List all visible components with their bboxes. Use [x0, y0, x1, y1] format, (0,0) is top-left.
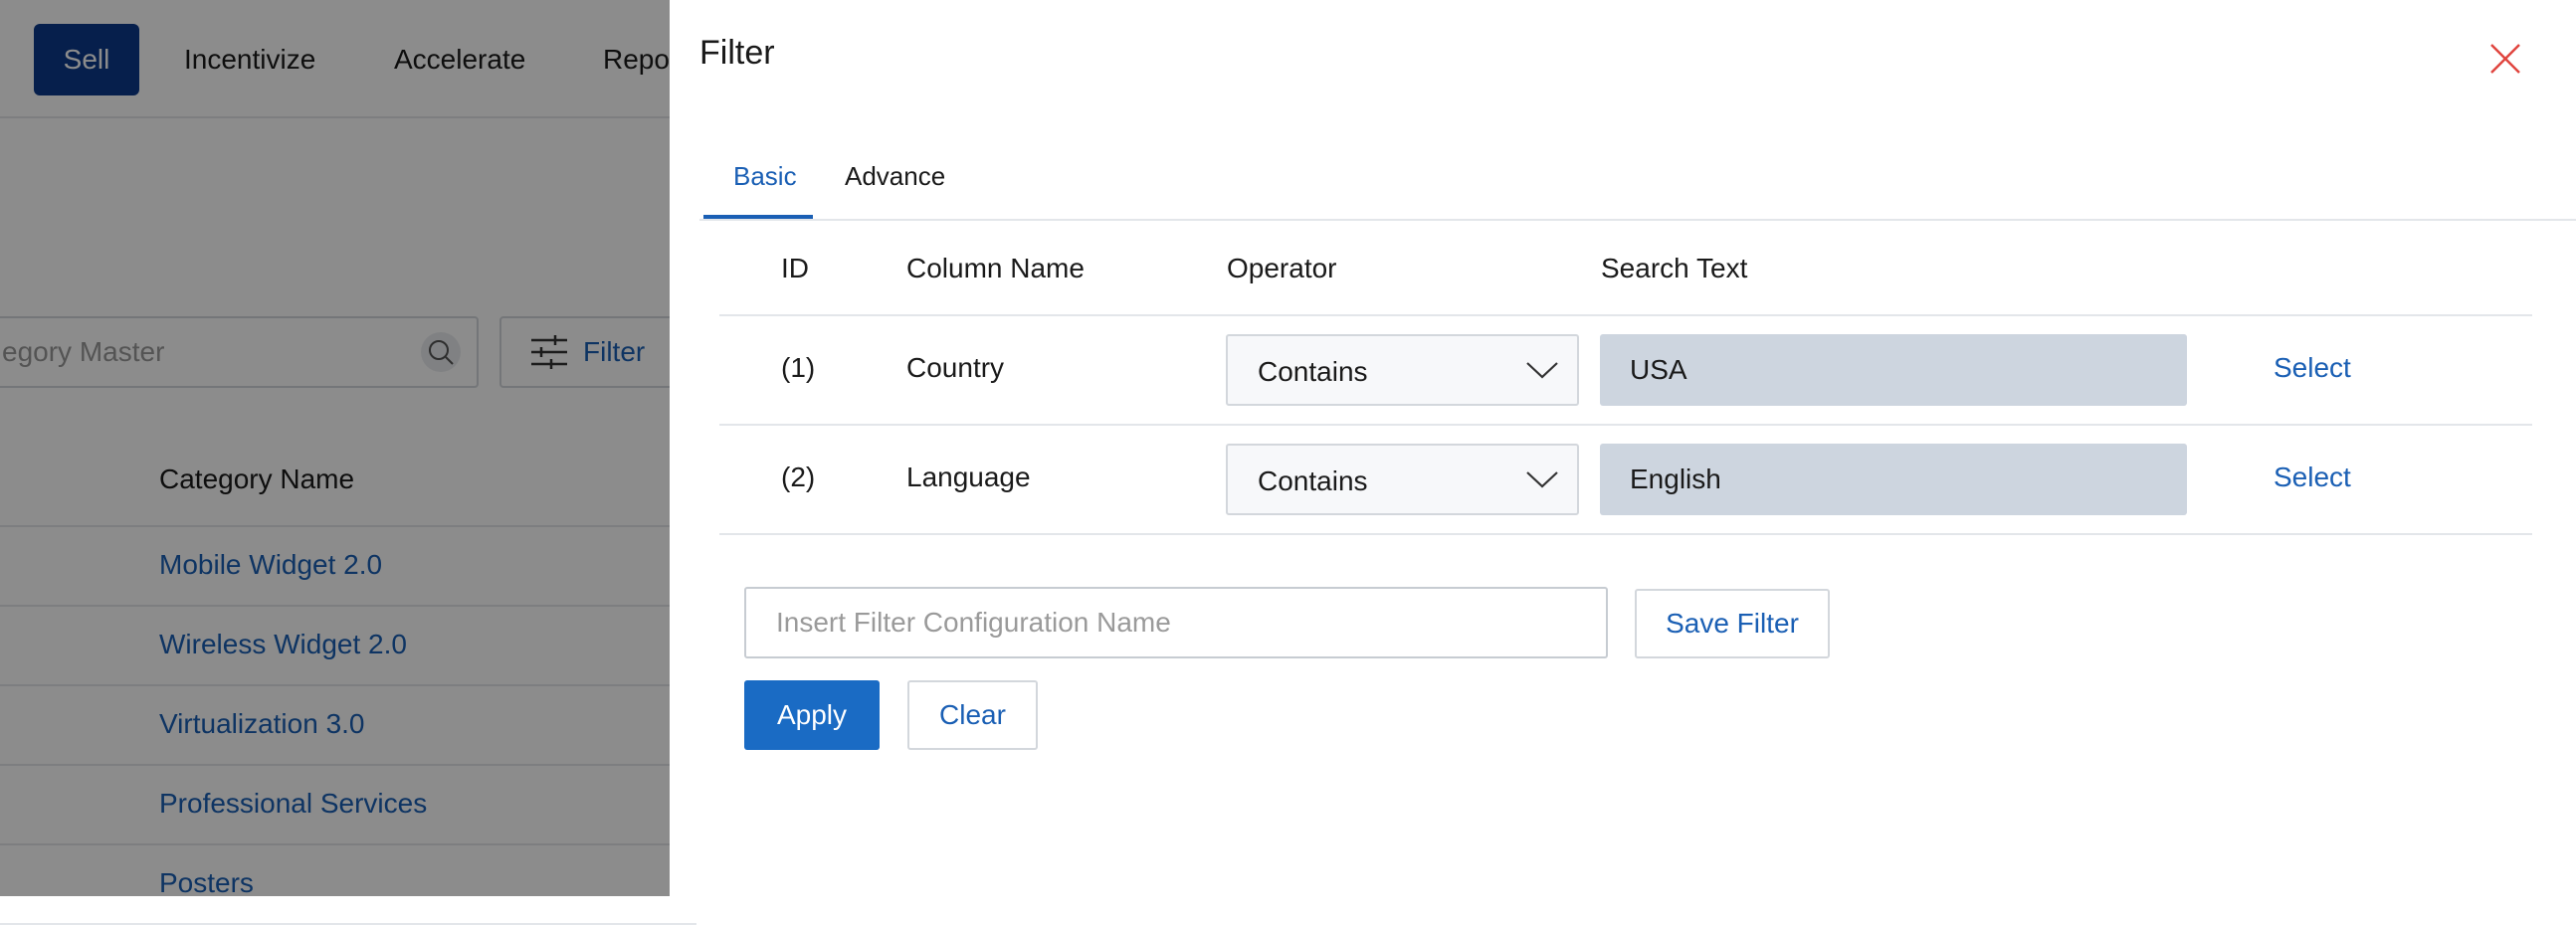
page-background: Sell Incentivize Accelerate Repor Filter: [0, 0, 2576, 925]
column-header-column-name: Column Name: [906, 253, 1085, 283]
active-tab-indicator: [703, 215, 813, 219]
operator-select[interactable]: Contains: [1226, 334, 1579, 406]
select-link[interactable]: Select: [2274, 462, 2351, 493]
modal-overlay[interactable]: [0, 0, 670, 896]
tab-advance[interactable]: Advance: [845, 161, 945, 192]
filter-drawer: Filter Basic Advance ID Column Name Oper…: [670, 0, 2576, 896]
save-filter-button[interactable]: Save Filter: [1635, 589, 1830, 658]
operator-value: Contains: [1258, 356, 1368, 387]
filter-table-header: ID Column Name Operator Search Text: [719, 221, 2532, 316]
column-header-operator: Operator: [1227, 253, 1337, 283]
close-icon[interactable]: [2488, 42, 2522, 76]
filter-config-name-input[interactable]: [744, 587, 1608, 658]
filter-row-id: (1): [781, 352, 816, 383]
search-text-field[interactable]: English: [1600, 444, 2187, 515]
filter-tabs: Basic Advance: [699, 139, 2576, 221]
filter-row-column: Country: [906, 352, 1005, 383]
filter-row: (2) Language Contains English Select: [719, 426, 2532, 535]
filter-row-column: Language: [906, 462, 1031, 492]
column-header-id: ID: [781, 253, 809, 283]
operator-select[interactable]: Contains: [1226, 444, 1579, 515]
filter-row: (1) Country Contains USA Select: [719, 316, 2532, 426]
chevron-down-icon: [1525, 469, 1559, 494]
filter-row-id: (2): [781, 462, 816, 492]
chevron-down-icon: [1525, 360, 1559, 385]
clear-button[interactable]: Clear: [907, 680, 1038, 750]
search-text-value: USA: [1630, 354, 1687, 385]
drawer-title: Filter: [699, 34, 775, 72]
select-link[interactable]: Select: [2274, 352, 2351, 384]
column-header-search-text: Search Text: [1601, 253, 1748, 283]
search-text-field[interactable]: USA: [1600, 334, 2187, 406]
apply-button[interactable]: Apply: [744, 680, 880, 750]
search-text-value: English: [1630, 463, 1721, 494]
tab-basic[interactable]: Basic: [733, 161, 797, 192]
operator-value: Contains: [1258, 465, 1368, 496]
